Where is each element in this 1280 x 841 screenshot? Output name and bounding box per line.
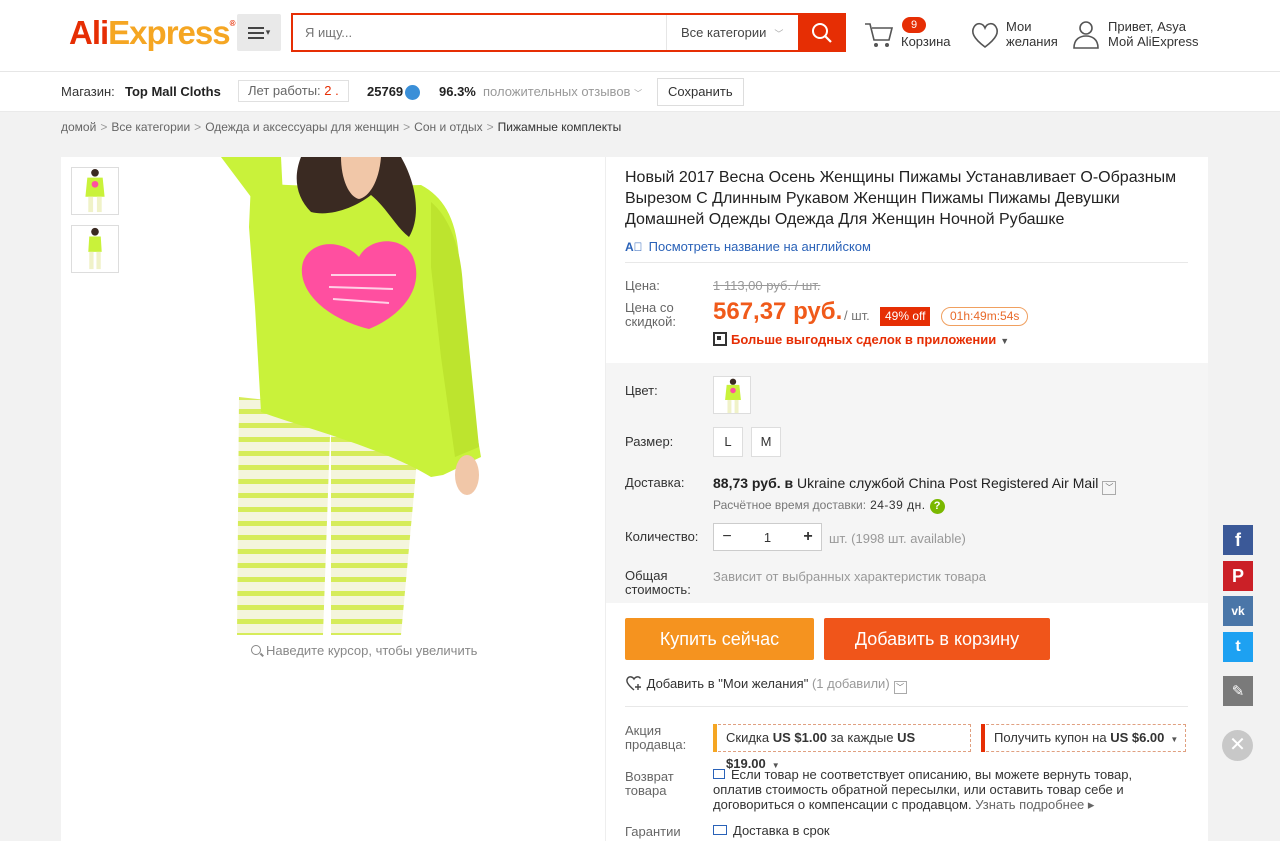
quantity-decrease-button[interactable]: −: [714, 524, 740, 550]
account-link[interactable]: Привет, Asya Мой AliExpress: [1072, 17, 1212, 53]
return-policy: Если товар не соответствует описанию, вы…: [713, 767, 1133, 812]
shipping-info: 88,73 руб. в Ukraine службой China Post …: [713, 475, 1117, 495]
stock-info: шт. (1998 шт. available): [829, 531, 966, 546]
thumbnail-2[interactable]: [71, 225, 119, 273]
delivery-estimate: Расчётное время доставки: 24-39 дн.?: [713, 498, 945, 514]
help-icon[interactable]: ?: [929, 499, 945, 514]
cart-link[interactable]: 9 Корзина: [864, 17, 959, 53]
product-thumbnail-image: [72, 168, 118, 214]
guarantee-delivery: Доставка в срок: [713, 823, 830, 838]
product-title: Новый 2017 Весна Осень Женщины Пижамы Ус…: [625, 169, 1177, 228]
qr-code-icon: [713, 332, 727, 346]
search-icon: [812, 22, 832, 43]
positive-feedback-pct: 96.3%: [439, 84, 476, 99]
user-icon: [1073, 21, 1099, 49]
breadcrumb: домой > Все категории > Одежда и аксессуары …: [61, 120, 622, 134]
add-to-cart-button[interactable]: Добавить в корзину: [824, 618, 1050, 660]
search-bar: Все категории﹀: [291, 13, 846, 52]
search-button[interactable]: [798, 13, 846, 52]
original-price: 1 113,00 руб. / шт.: [713, 278, 821, 293]
shipping-dropdown[interactable]: ﹀: [1102, 481, 1117, 495]
cart-icon: [865, 23, 894, 47]
categories-menu-button[interactable]: ▾: [237, 14, 281, 51]
discount-badge: 49% off: [880, 307, 931, 326]
store-years: Лет работы: 2 .: [238, 80, 349, 102]
total-price: Зависит от выбранных характеристик товар…: [713, 569, 986, 584]
twitter-share-icon[interactable]: t: [1223, 632, 1253, 662]
size-option-m[interactable]: M: [751, 427, 781, 457]
quantity-increase-button[interactable]: +: [795, 524, 821, 550]
size-option-l[interactable]: L: [713, 427, 743, 457]
product-main-image[interactable]: [181, 157, 601, 635]
chevron-down-icon: ﹀: [634, 89, 643, 98]
app-deals-link[interactable]: Больше выгодных сделок в приложении ▼: [713, 332, 1009, 347]
quantity-input[interactable]: [740, 524, 795, 550]
get-coupon-dropdown[interactable]: Получить купон на US $6.00 ▼: [981, 724, 1186, 752]
category-select[interactable]: Все категории ﹀: [666, 15, 800, 50]
store-bar: Магазин: Top Mall Cloths Лет работы: 2 .…: [0, 72, 1280, 112]
add-to-wishlist-button[interactable]: Добавить в "Мои желания" (1 добавили) ﹀: [625, 675, 907, 694]
caret-down-icon: ▾: [265, 27, 271, 37]
edit-icon[interactable]: ✎: [1223, 676, 1253, 706]
breadcrumb-women-clothing[interactable]: Одежда и аксессуары для женщин: [205, 120, 399, 134]
magnifier-icon: [251, 645, 261, 655]
pinterest-share-icon[interactable]: P: [1223, 561, 1253, 591]
breadcrumb-all-categories[interactable]: Все категории: [111, 120, 190, 134]
menu-icon: [247, 26, 264, 39]
breadcrumb-home[interactable]: домой: [61, 120, 96, 134]
medal-icon: [405, 85, 420, 100]
breadcrumb-sleep[interactable]: Сон и отдых: [414, 120, 482, 134]
countdown-timer: 01h:49m:54s: [941, 307, 1029, 326]
truck-icon: [713, 825, 727, 835]
close-icon[interactable]: ✕: [1222, 730, 1253, 761]
save-store-button[interactable]: Сохранить: [657, 78, 744, 106]
product-panel: Наведите курсор, чтобы увеличить Новый 2…: [61, 157, 1208, 841]
heart-plus-icon: [626, 676, 642, 691]
aliexpress-logo[interactable]: AliExpress®: [69, 14, 235, 52]
facebook-share-icon[interactable]: f: [1223, 525, 1253, 555]
return-icon: [713, 769, 725, 779]
caret-down-icon: ▼: [1000, 336, 1010, 346]
pajama-product-image: [181, 157, 601, 635]
discount-price: 567,37 руб.: [713, 298, 843, 325]
search-input[interactable]: [293, 15, 665, 50]
zoom-hint: Наведите курсор, чтобы увеличить: [251, 643, 477, 658]
quantity-stepper: − +: [713, 523, 822, 551]
chevron-down-icon: ﹀: [774, 29, 784, 39]
color-option-green[interactable]: [713, 376, 751, 414]
caret-down-icon: ▼: [1170, 735, 1179, 744]
thumbnail-1[interactable]: [71, 167, 119, 215]
store-name-link[interactable]: Top Mall Cloths: [125, 84, 221, 99]
header: AliExpress® ▾ Все категории﹀ 9 Корзина М…: [0, 0, 1280, 72]
heart-icon: [971, 22, 999, 49]
wishlist-link[interactable]: Мои желания: [970, 17, 1065, 53]
store-score[interactable]: 25769: [367, 84, 403, 99]
learn-more-link[interactable]: Узнать подробнее ▸: [975, 797, 1094, 812]
seller-discount-dropdown[interactable]: Скидка US $1.00 за каждые US $19.00 ▼: [713, 724, 971, 771]
buy-now-button[interactable]: Купить сейчас: [625, 618, 814, 660]
color-swatch-image: [714, 377, 750, 413]
breadcrumb-current: Пижамные комплекты: [497, 120, 622, 134]
view-english-title-link[interactable]: A⃝ Посмотреть название на английском: [625, 239, 871, 254]
cart-count-badge: 9: [902, 17, 926, 33]
vk-share-icon[interactable]: vk: [1223, 596, 1253, 626]
chevron-down-icon: ﹀: [893, 681, 907, 694]
translate-icon: A⃝: [625, 240, 643, 254]
positive-feedback-dropdown[interactable]: положительных отзывов ﹀: [483, 84, 642, 99]
product-thumbnail-image: [72, 226, 118, 272]
